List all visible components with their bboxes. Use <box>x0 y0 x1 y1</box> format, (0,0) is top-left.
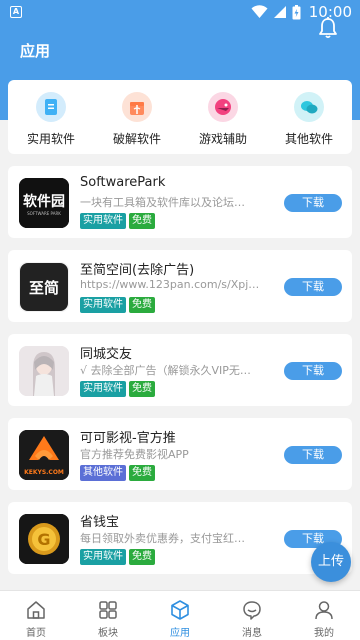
signal-icon <box>273 6 286 18</box>
game-icon <box>208 92 238 122</box>
app-icon-shengqianbao: G <box>19 514 69 564</box>
category-tag: 其他软件 <box>80 465 126 481</box>
nav-item-profile[interactable]: 我的 <box>288 591 360 640</box>
app-name: SoftwarePark <box>80 175 166 190</box>
grid-icon <box>99 601 117 619</box>
message-icon <box>243 601 261 620</box>
nav-label: 应用 <box>170 628 190 639</box>
bottom-nav: 首页 板块 应用 消息 我的 <box>0 590 360 640</box>
battery-icon <box>292 4 301 19</box>
upload-button[interactable]: 上传 <box>311 542 351 582</box>
category-label: 实用软件 <box>26 132 75 146</box>
app-header: 应用 <box>0 24 360 80</box>
icon-text: 软件园 <box>23 193 65 210</box>
category-tag: 实用软件 <box>80 213 126 229</box>
app-icon-softwarepark: 软件园 SOFTWARE PARK <box>19 178 69 228</box>
app-list-item[interactable]: KEKYS.COM 可可影视-官方推 官方推荐免费影视APP 其他软件 免费 下… <box>8 418 352 490</box>
price-tag: 免费 <box>129 297 155 313</box>
nav-label: 我的 <box>314 628 334 639</box>
user-icon <box>315 601 333 620</box>
home-icon <box>27 601 45 619</box>
app-name: 同城交友 <box>80 347 133 362</box>
icon-subtext: KEKYS.COM <box>24 469 64 476</box>
nav-item-apps[interactable]: 应用 <box>144 591 216 640</box>
app-name: 可可影视-官方推 <box>80 431 176 446</box>
app-icon-keke: KEKYS.COM <box>19 430 69 480</box>
chat-icon <box>294 92 324 122</box>
category-item-cracked[interactable]: 破解软件 <box>94 80 180 154</box>
category-item-game-assist[interactable]: 游戏辅助 <box>180 80 266 154</box>
category-label: 破解软件 <box>112 132 161 146</box>
nav-label: 板块 <box>98 628 118 639</box>
category-tag: 实用软件 <box>80 381 126 397</box>
nav-item-home[interactable]: 首页 <box>0 591 72 640</box>
wifi-icon <box>251 5 268 18</box>
app-indicator-icon: A <box>10 6 22 18</box>
app-list-item[interactable]: 软件园 SOFTWARE PARK SoftwarePark 一块有工具箱及软件… <box>8 166 352 238</box>
price-tag: 免费 <box>129 381 155 397</box>
nav-label: 消息 <box>242 628 262 639</box>
bell-icon[interactable] <box>316 16 340 40</box>
download-button[interactable]: 下载 <box>284 446 342 464</box>
app-list-item[interactable]: 同城交友 √ 去除全部广告（解锁永久VIP无… 实用软件 免费 下载 <box>8 334 352 406</box>
icon-text: 至简 <box>29 279 59 297</box>
category-tag: 实用软件 <box>80 297 126 313</box>
app-description: 每日领取外卖优惠券，支付宝红… <box>80 532 245 545</box>
category-label: 其他软件 <box>284 132 333 146</box>
category-label: 游戏辅助 <box>198 132 247 146</box>
app-description: √ 去除全部广告（解锁永久VIP无… <box>80 364 251 377</box>
app-description: https://www.123pan.com/s/Xpj… <box>80 278 260 291</box>
category-card: 实用软件 破解软件 游戏辅助 其他软件 <box>8 80 352 154</box>
price-tag: 免费 <box>129 213 155 229</box>
app-tags: 实用软件 免费 <box>80 213 155 229</box>
gift-icon <box>122 92 152 122</box>
price-tag: 免费 <box>129 465 155 481</box>
page-title: 应用 <box>20 42 51 60</box>
app-name: 省钱宝 <box>80 515 120 530</box>
category-item-utility[interactable]: 实用软件 <box>8 80 94 154</box>
app-icon-tongcheng <box>19 346 69 396</box>
app-tags: 其他软件 免费 <box>80 465 155 481</box>
nav-label: 首页 <box>26 628 46 639</box>
app-tags: 实用软件 免费 <box>80 381 155 397</box>
nav-item-messages[interactable]: 消息 <box>216 591 288 640</box>
app-tags: 实用软件 免费 <box>80 549 155 565</box>
app-icon-zhijian: 至简 <box>19 262 69 312</box>
nav-item-boards[interactable]: 板块 <box>72 591 144 640</box>
app-list-item[interactable]: 至简 至简空间(去除广告) https://www.123pan.com/s/X… <box>8 250 352 322</box>
status-bar: A 10:00 <box>0 0 360 24</box>
app-description: 官方推荐免费影视APP <box>80 448 189 461</box>
app-list-item[interactable]: G 省钱宝 每日领取外卖优惠券，支付宝红… 实用软件 免费 下载 <box>8 502 352 574</box>
download-button[interactable]: 下载 <box>284 278 342 296</box>
icon-subtext: SOFTWARE PARK <box>27 211 61 216</box>
icon-text: G <box>37 530 50 549</box>
cube-icon <box>171 600 189 620</box>
app-tags: 实用软件 免费 <box>80 297 155 313</box>
download-button[interactable]: 下载 <box>284 194 342 212</box>
download-button[interactable]: 下载 <box>284 362 342 380</box>
category-item-other[interactable]: 其他软件 <box>266 80 352 154</box>
app-description: 一块有工具箱及软件库以及论坛… <box>80 196 245 209</box>
price-tag: 免费 <box>129 549 155 565</box>
category-tag: 实用软件 <box>80 549 126 565</box>
app-name: 至简空间(去除广告) <box>80 263 195 278</box>
document-icon <box>36 92 66 122</box>
status-left: A <box>10 6 22 18</box>
